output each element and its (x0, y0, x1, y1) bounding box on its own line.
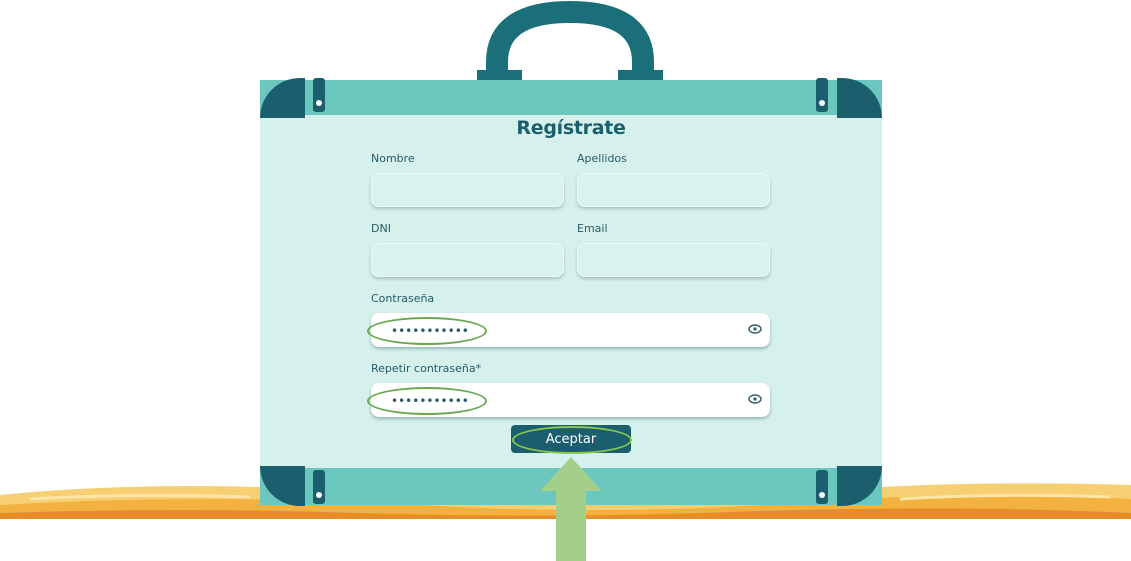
suitcase-latch (313, 78, 325, 112)
eye-icon[interactable] (748, 394, 762, 404)
repeat-password-highlight (367, 387, 487, 415)
dni-label: DNI (371, 222, 391, 235)
suitcase-latch (816, 470, 828, 504)
nombre-field[interactable] (371, 173, 564, 207)
password-highlight (367, 317, 487, 345)
submit-highlight (512, 426, 632, 454)
dni-field[interactable] (371, 243, 564, 277)
password-label: Contraseña (371, 292, 435, 305)
apellidos-label: Apellidos (577, 152, 627, 165)
nombre-label: Nombre (371, 152, 415, 165)
page-title: Regístrate (516, 117, 626, 139)
scene: Regístrate Nombre Apellidos DNI Email Co… (0, 0, 1131, 561)
arrow-up-icon (540, 457, 602, 561)
email-label: Email (577, 222, 608, 235)
suitcase-latch (313, 470, 325, 504)
email-field[interactable] (577, 243, 770, 277)
apellidos-field[interactable] (577, 173, 770, 207)
repeat-password-label: Repetir contraseña* (371, 362, 482, 375)
suitcase-top-band (260, 80, 882, 115)
eye-icon[interactable] (748, 324, 762, 334)
suitcase-latch (816, 78, 828, 112)
